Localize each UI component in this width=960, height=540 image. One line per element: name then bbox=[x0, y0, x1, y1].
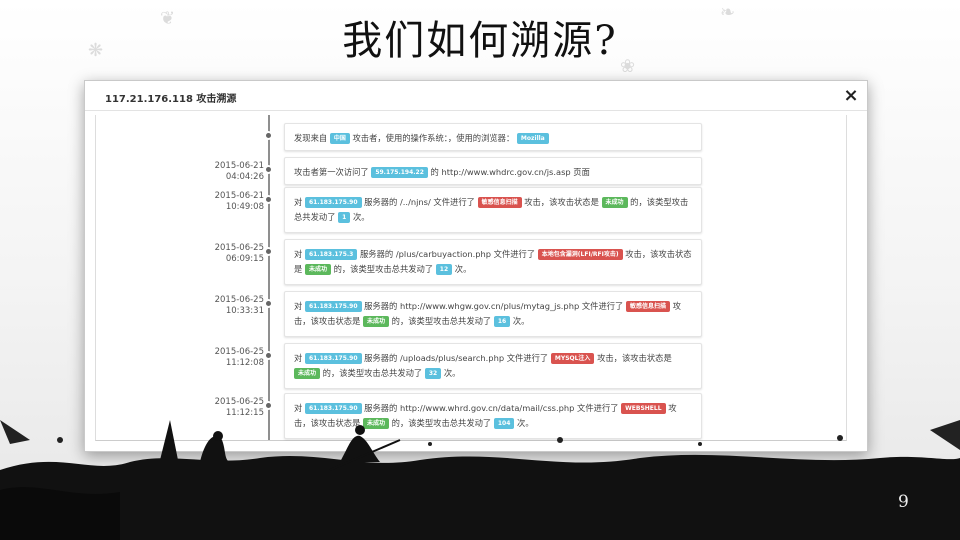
timeline-timestamp: 2015-06-25 06:09:15 bbox=[144, 243, 264, 265]
timeline-entry: 2015-06-25 10:33:31 对 61.183.175.90 服务器的 h… bbox=[96, 291, 848, 337]
timestamp-date: 2015-06-25 bbox=[214, 243, 264, 253]
info-badge: 61.183.175.3 bbox=[304, 249, 358, 260]
event-text: 次。 bbox=[452, 264, 472, 274]
timestamp-date: 2015-06-21 bbox=[214, 161, 264, 171]
trace-modal: 117.21.176.118 攻击溯源 × 发现来自 中国 攻击者，使用的操作系… bbox=[84, 80, 868, 452]
event-text: 次。 bbox=[510, 316, 530, 326]
timeline-dot bbox=[264, 299, 273, 308]
timestamp-date: 2015-06-21 bbox=[214, 191, 264, 201]
attack-type-badge: 本地包含漏洞(LFI/RFI攻击) bbox=[537, 249, 623, 260]
event-text: 攻击，该攻击状态是 bbox=[521, 197, 602, 207]
event-text: 对 bbox=[294, 249, 305, 259]
timestamp-clock: 11:12:08 bbox=[225, 358, 264, 368]
timeline-entry: 2015-06-21 04:04:26 攻击者第一次访问了 59.175.194.2… bbox=[96, 157, 848, 185]
event-text: 服务器的 http://www.whgw.gov.cn/plus/mytag_j… bbox=[361, 301, 626, 311]
timeline-event-card: 发现来自 中国 攻击者，使用的操作系统：，使用的浏览器： Mozilla bbox=[284, 123, 702, 151]
timeline-dot bbox=[264, 247, 273, 256]
info-badge: 61.183.175.90 bbox=[304, 197, 362, 208]
status-badge: 未成功 bbox=[294, 368, 321, 379]
timeline-event-card: 对 61.183.175.3 服务器的 /plus/carbuyaction.p… bbox=[284, 239, 702, 285]
event-text: 服务器的 /plus/carbuyaction.php 文件进行了 bbox=[357, 249, 538, 259]
timeline-entry: 发现来自 中国 攻击者，使用的操作系统：，使用的浏览器： Mozilla bbox=[96, 123, 848, 151]
event-text: 对 bbox=[294, 353, 305, 363]
timestamp-clock: 06:09:15 bbox=[225, 254, 264, 264]
event-text: 的，该类型攻击总共发动了 bbox=[330, 264, 436, 274]
timeline-entry: 2015-06-25 06:09:15 对 61.183.175.3 服务器的 /p… bbox=[96, 239, 848, 285]
event-text: 服务器的 /uploads/plus/search.php 文件进行了 bbox=[361, 353, 551, 363]
timeline-dot bbox=[264, 131, 273, 140]
event-text: 对 bbox=[294, 301, 305, 311]
timeline-container: 发现来自 中国 攻击者，使用的操作系统：，使用的浏览器： Mozilla 2015… bbox=[95, 115, 847, 441]
timeline-event-card: 攻击者第一次访问了 59.175.194.22 的 http://www.whd… bbox=[284, 157, 702, 185]
event-text: 发现来自 bbox=[294, 133, 330, 143]
modal-body[interactable]: 发现来自 中国 攻击者，使用的操作系统：，使用的浏览器： Mozilla 2015… bbox=[95, 115, 859, 441]
timestamp-clock: 10:33:31 bbox=[225, 306, 264, 316]
event-text: 的，该类型攻击总共发动了 bbox=[389, 316, 494, 326]
info-badge: Mozilla bbox=[516, 133, 549, 144]
ink-splash-decoration bbox=[0, 420, 960, 540]
status-badge: 未成功 bbox=[363, 316, 390, 327]
info-badge: 12 bbox=[435, 264, 453, 275]
timeline-timestamp: 2015-06-25 11:12:08 bbox=[144, 347, 264, 369]
timeline-dot bbox=[264, 351, 273, 360]
timeline-dot bbox=[264, 165, 273, 174]
timeline-timestamp: 2015-06-21 04:04:26 bbox=[144, 161, 264, 183]
timeline-dot bbox=[264, 195, 273, 204]
attack-type-badge: 敏感信息扫描 bbox=[477, 197, 522, 208]
event-text: 攻击，该攻击状态是 bbox=[594, 353, 672, 363]
timeline-entry: 2015-06-21 10:49:08 对 61.183.175.90 服务器的 /… bbox=[96, 187, 848, 233]
event-text: 攻击者第一次访问了 bbox=[294, 167, 372, 177]
timestamp-date: 2015-06-25 bbox=[214, 347, 264, 357]
info-badge: 61.183.175.90 bbox=[304, 301, 362, 312]
event-text: 次。 bbox=[350, 212, 370, 222]
timeline-event-card: 对 61.183.175.90 服务器的 http://www.whgw.gov… bbox=[284, 291, 702, 337]
timeline-timestamp: 2015-06-25 10:33:31 bbox=[144, 295, 264, 317]
event-text: 次。 bbox=[441, 368, 461, 378]
info-badge: 1 bbox=[338, 212, 351, 223]
close-button[interactable]: × bbox=[841, 86, 861, 106]
event-text: 的 http://www.whdrc.gov.cn/js.asp 页面 bbox=[427, 167, 590, 177]
event-text: 对 bbox=[294, 197, 305, 207]
timeline-timestamp: 2015-06-21 10:49:08 bbox=[144, 191, 264, 213]
page-number: 9 bbox=[898, 492, 909, 512]
status-badge: 未成功 bbox=[601, 197, 628, 208]
attack-type-badge: 敏感信息扫描 bbox=[626, 301, 671, 312]
status-badge: 未成功 bbox=[304, 264, 331, 275]
attack-type-badge: MYSQL注入 bbox=[550, 353, 595, 364]
timeline-event-card: 对 61.183.175.90 服务器的 /../njns/ 文件进行了 敏感信… bbox=[284, 187, 702, 233]
info-badge: 61.183.175.90 bbox=[304, 353, 362, 364]
event-text: 服务器的 /../njns/ 文件进行了 bbox=[361, 197, 478, 207]
event-text: 的，该类型攻击总共发动了 bbox=[320, 368, 425, 378]
modal-header: 117.21.176.118 攻击溯源 × bbox=[85, 81, 867, 111]
slide-title: 我们如何溯源? bbox=[342, 18, 618, 64]
timestamp-clock: 04:04:26 bbox=[225, 172, 264, 182]
timestamp-clock: 10:49:08 bbox=[225, 202, 264, 212]
timeline-event-card: 对 61.183.175.90 服务器的 /uploads/plus/searc… bbox=[284, 343, 702, 389]
info-badge: 59.175.194.22 bbox=[371, 167, 428, 178]
info-badge: 16 bbox=[493, 316, 511, 327]
modal-title: 117.21.176.118 攻击溯源 bbox=[105, 94, 237, 105]
info-badge: 中国 bbox=[329, 133, 350, 144]
timestamp-date: 2015-06-25 bbox=[214, 295, 264, 305]
event-text: 攻击者，使用的操作系统：，使用的浏览器： bbox=[349, 133, 517, 143]
timeline-entry: 2015-06-25 11:12:08 对 61.183.175.90 服务器的 /… bbox=[96, 343, 848, 389]
info-badge: 32 bbox=[424, 368, 442, 379]
